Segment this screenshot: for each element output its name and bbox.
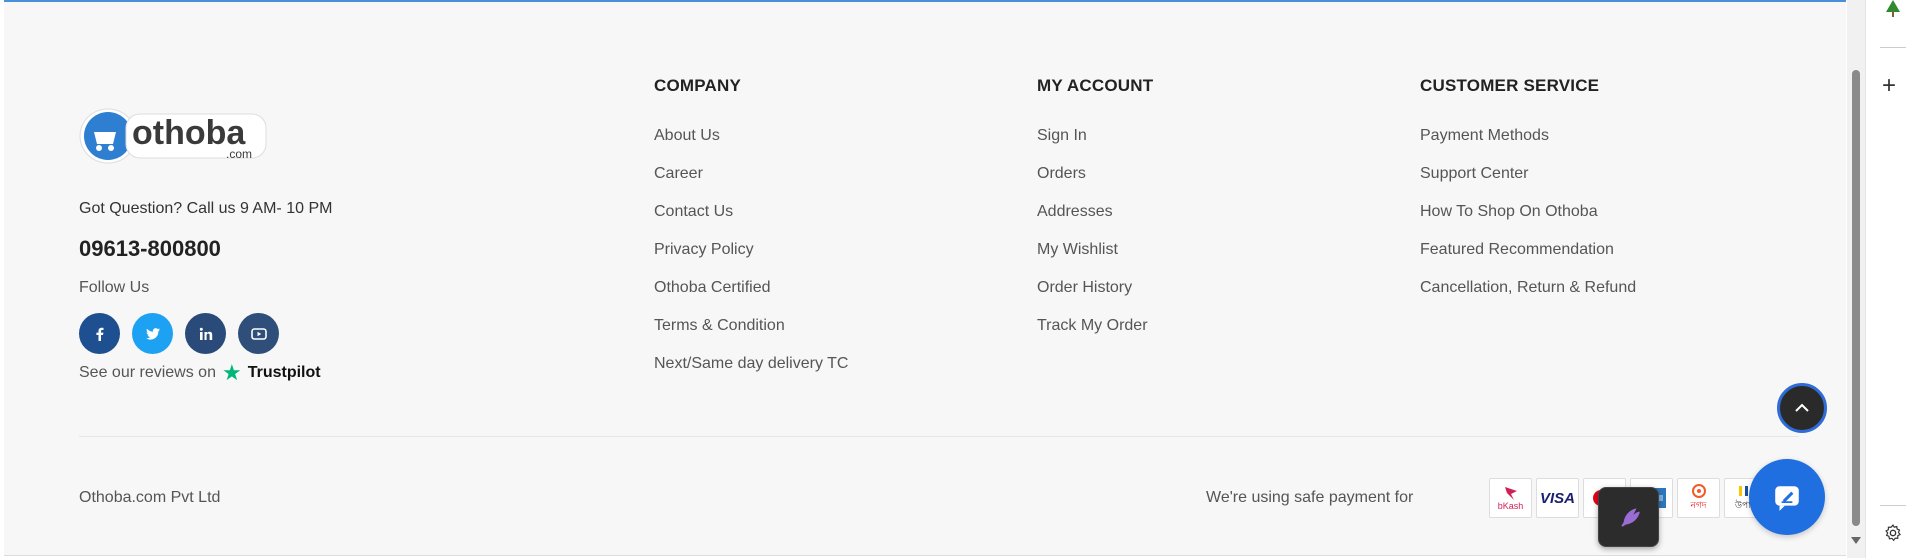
- footer-column-company: COMPANY About Us Career Contact Us Priva…: [654, 76, 848, 392]
- copyright-text: Othoba.com Pvt Ltd: [79, 489, 221, 506]
- phone-number[interactable]: 09613-800800: [79, 236, 221, 262]
- follow-us-label: Follow Us: [79, 279, 150, 296]
- footer-column-my-account: MY ACCOUNT Sign In Orders Addresses My W…: [1037, 76, 1153, 354]
- safe-payment-text: We're using safe payment for: [1206, 489, 1414, 506]
- nagad-logo: নগদ: [1677, 478, 1720, 518]
- bkash-logo: bKash: [1489, 478, 1532, 518]
- social-links: [79, 313, 279, 354]
- page: othoba .com Got Question? Call us 9 AM- …: [0, 0, 1865, 558]
- feather-icon: [1620, 508, 1640, 527]
- scroll-to-top-button[interactable]: [1777, 383, 1827, 433]
- footer-divider: [79, 436, 1799, 437]
- call-hours-text: Got Question? Call us 9 AM- 10 PM: [79, 200, 333, 217]
- footer-link[interactable]: Sign In: [1037, 126, 1153, 164]
- footer-link[interactable]: Addresses: [1037, 202, 1153, 240]
- footer-link[interactable]: Payment Methods: [1420, 126, 1636, 164]
- column-title: CUSTOMER SERVICE: [1420, 76, 1600, 95]
- site-footer: othoba .com Got Question? Call us 9 AM- …: [4, 0, 1846, 556]
- footer-link[interactable]: Order History: [1037, 278, 1153, 316]
- footer-link[interactable]: Support Center: [1420, 164, 1636, 202]
- logo-sub: .com: [226, 147, 252, 161]
- scrollbar-thumb[interactable]: [1852, 70, 1860, 526]
- visa-logo: VISA: [1536, 478, 1579, 518]
- youtube-icon: [250, 327, 267, 340]
- twitter-link[interactable]: [132, 313, 173, 354]
- footer-link[interactable]: My Wishlist: [1037, 240, 1153, 278]
- gear-icon[interactable]: [1883, 523, 1903, 543]
- footer-link[interactable]: Terms & Condition: [654, 316, 848, 354]
- twitter-icon: [145, 327, 160, 340]
- add-icon[interactable]: +: [1882, 74, 1896, 98]
- footer-link[interactable]: About Us: [654, 126, 848, 164]
- facebook-icon: [95, 327, 103, 341]
- tree-icon[interactable]: [1883, 0, 1903, 18]
- footer-link[interactable]: Othoba Certified: [654, 278, 848, 316]
- scroll-down-arrow-icon[interactable]: [1851, 537, 1861, 544]
- trustpilot-star-icon: ★: [221, 360, 242, 385]
- footer-link[interactable]: Orders: [1037, 164, 1153, 202]
- sidebar-divider: [1880, 47, 1906, 48]
- footer-link[interactable]: Privacy Policy: [654, 240, 848, 278]
- trustpilot-brand: Trustpilot: [247, 364, 321, 381]
- footer-column-customer-service: CUSTOMER SERVICE Payment Methods Support…: [1420, 76, 1636, 316]
- chevron-up-icon: [1795, 403, 1809, 412]
- footer-link[interactable]: Cancellation, Return & Refund: [1420, 278, 1636, 316]
- facebook-link[interactable]: [79, 313, 120, 354]
- footer-link[interactable]: How To Shop On Othoba: [1420, 202, 1636, 240]
- footer-link[interactable]: Featured Recommendation: [1420, 240, 1636, 278]
- othoba-logo[interactable]: othoba .com: [78, 106, 268, 168]
- sidebar-divider: [1880, 505, 1906, 506]
- vertical-scrollbar[interactable]: [1847, 0, 1865, 558]
- footer-link[interactable]: Next/Same day delivery TC: [654, 354, 848, 392]
- footer-link[interactable]: Track My Order: [1037, 316, 1153, 354]
- column-title: COMPANY: [654, 76, 742, 95]
- trustpilot-reviews[interactable]: See our reviews on ★ Trustpilot: [79, 360, 321, 385]
- footer-link[interactable]: Contact Us: [654, 202, 848, 240]
- feather-extension-button[interactable]: [1598, 487, 1659, 547]
- linkedin-icon: [199, 327, 212, 340]
- youtube-link[interactable]: [238, 313, 279, 354]
- footer-link[interactable]: Career: [654, 164, 848, 202]
- linkedin-link[interactable]: [185, 313, 226, 354]
- column-title: MY ACCOUNT: [1037, 76, 1154, 95]
- reviews-text: See our reviews on: [79, 364, 216, 381]
- browser-sidebar: +: [1865, 0, 1919, 558]
- chat-button[interactable]: [1749, 459, 1825, 535]
- chat-compose-icon: [1775, 486, 1799, 511]
